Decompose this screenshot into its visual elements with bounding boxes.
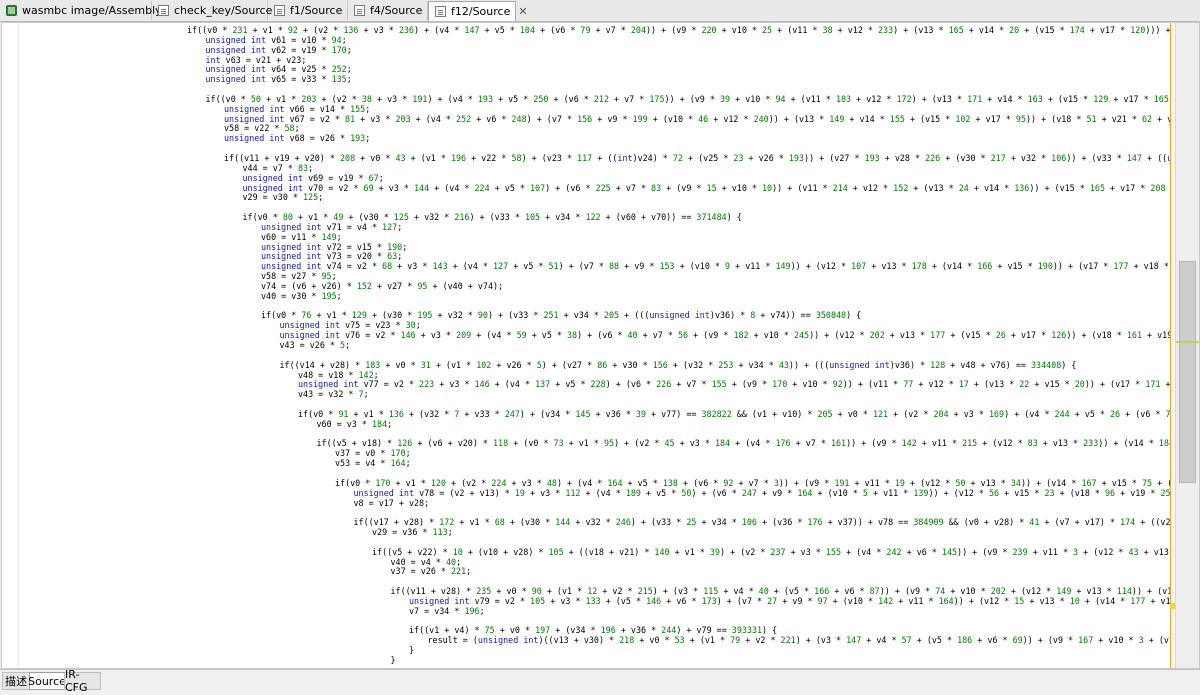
code-line[interactable]: unsigned int v71 = v4 * 127;: [2, 222, 1170, 233]
document-icon: [354, 5, 365, 16]
code-line[interactable]: unsigned int v78 = (v2 + v13) * 19 + v3 …: [2, 488, 1171, 499]
document-icon: [158, 5, 169, 16]
code-line[interactable]: v60 = v3 * 184;: [2, 419, 1170, 430]
code-line[interactable]: if((v0 * 50 + v1 * 203 + (v2 * 38 + v3 *…: [2, 94, 1171, 105]
tab-f1-source[interactable]: f1/Source: [268, 1, 348, 20]
code-line[interactable]: v74 = (v6 + v26) * 152 + v27 * 95 + (v40…: [2, 281, 1170, 292]
document-icon: [435, 6, 446, 17]
code-line[interactable]: }: [2, 655, 1170, 666]
tab-label: f1/Source: [290, 4, 343, 17]
code-line[interactable]: v53 = v4 * 164;: [2, 458, 1170, 469]
code-line[interactable]: }: [2, 645, 1170, 656]
code-line[interactable]: result = (unsigned int)((v13 + v30) * 21…: [2, 635, 1171, 646]
code-line[interactable]: unsigned int v61 = v10 * 94;: [2, 35, 1170, 46]
editor-tab-bar: wasmbc image/Assembly check_key/Source f…: [0, 0, 1200, 22]
code-line[interactable]: if((v5 + v18) * 126 + (v6 + v20) * 118 +…: [2, 439, 1171, 449]
code-line[interactable]: if((v11 + v19 + v20) * 208 + v0 * 43 + (…: [2, 153, 1170, 164]
assembly-app-icon: [6, 5, 17, 16]
code-line[interactable]: if((v5 + v22) * 10 + (v10 + v28) * 105 +…: [2, 547, 1170, 558]
code-line[interactable]: v37 = v26 * 221;: [2, 566, 1170, 577]
source-editor[interactable]: if((v0 * 231 + v1 * 92 + (v2 * 136 + v3 …: [1, 22, 1200, 669]
code-line[interactable]: unsigned int v67 = v2 * 81 + v3 * 203 + …: [2, 114, 1170, 125]
view-tab-bar: 描述 Source IR-CFG: [0, 668, 1200, 695]
code-line[interactable]: if((v17 + v28) * 172 + v1 * 68 + (v30 * …: [2, 517, 1171, 528]
code-line[interactable]: if((v0 * 231 + v1 * 92 + (v2 * 136 + v3 …: [2, 26, 1170, 36]
tab-f4-source[interactable]: f4/Source: [348, 1, 428, 20]
tab-label: f12/Source: [451, 5, 511, 18]
tab-description[interactable]: 描述: [2, 672, 30, 690]
code-line[interactable]: v29 = v30 * 125;: [2, 192, 1170, 203]
tab-f12-source[interactable]: f12/Source ✕: [428, 1, 528, 21]
code-line[interactable]: v44 = v7 * 83;: [2, 163, 1170, 174]
tab-check-key-source[interactable]: check_key/Source: [152, 1, 272, 20]
code-line[interactable]: unsigned int v77 = v2 * 223 + v3 * 146 +…: [2, 379, 1170, 390]
code-line[interactable]: v8 = v17 + v28;: [2, 498, 1170, 509]
code-line[interactable]: v58 = v27 * 95;: [2, 271, 1170, 282]
code-line[interactable]: v29 = v36 * 113;: [2, 527, 1170, 538]
document-icon: [274, 5, 285, 16]
code-line[interactable]: unsigned int v64 = v25 * 252;: [2, 64, 1170, 75]
close-icon[interactable]: ✕: [518, 5, 527, 18]
code-line[interactable]: unsigned int v72 = v15 * 190;: [2, 242, 1170, 253]
code-line[interactable]: v7 = v34 * 196;: [2, 606, 1170, 617]
code-line[interactable]: int v63 = v21 + v23;: [2, 55, 1170, 66]
code-line[interactable]: v58 = v22 * 58;: [2, 124, 1170, 134]
tab-label: wasmbc image/Assembly: [22, 4, 162, 17]
code-line[interactable]: v37 = v0 * 170;: [2, 448, 1170, 459]
code-line[interactable]: unsigned int v65 = v33 * 135;: [2, 74, 1170, 85]
code-line[interactable]: unsigned int v70 = v2 * 69 + v3 * 144 + …: [2, 183, 1170, 194]
code-line[interactable]: if(v0 * 76 + v1 * 129 + (v30 * 195 + v32…: [2, 311, 1170, 321]
code-line[interactable]: v60 = v11 * 149;: [2, 232, 1170, 243]
scrollbar-thumb[interactable]: [1179, 261, 1196, 483]
tab-label: f4/Source: [370, 4, 423, 17]
code-line[interactable]: unsigned int v76 = v2 * 146 + v3 * 209 +…: [2, 330, 1171, 341]
tab-label: check_key/Source: [174, 4, 273, 17]
code-line[interactable]: v43 = v32 * 7;: [2, 389, 1170, 400]
tab-ir-cfg[interactable]: IR-CFG: [64, 668, 101, 694]
vertical-scrollbar[interactable]: [1175, 23, 1199, 668]
tab-source[interactable]: Source: [28, 672, 66, 690]
code-line[interactable]: unsigned int v62 = v19 * 170;: [2, 45, 1170, 56]
code-line[interactable]: v43 = v26 * 5;: [2, 340, 1170, 351]
tab-wasmbc-image-assembly[interactable]: wasmbc image/Assembly: [0, 1, 162, 20]
code-line[interactable]: if(v0 * 91 + v1 * 136 + (v32 * 7 + v33 *…: [2, 409, 1170, 420]
code-line[interactable]: if((v14 + v28) * 183 + v0 * 31 + (v1 * 1…: [2, 360, 1170, 371]
scroll-position-marker: [1176, 341, 1199, 343]
code-line[interactable]: v40 = v30 * 195;: [2, 291, 1170, 302]
source-code-view[interactable]: if((v0 * 231 + v1 * 92 + (v2 * 136 + v3 …: [2, 26, 1170, 666]
code-line[interactable]: unsigned int v74 = v2 * 68 + v3 * 143 + …: [2, 261, 1170, 272]
code-line[interactable]: if(v0 * 80 + v1 * 49 + (v30 * 125 + v32 …: [2, 212, 1170, 223]
code-line[interactable]: v40 = v4 * 40;: [2, 557, 1170, 568]
code-line[interactable]: unsigned int v68 = v26 * 193;: [2, 133, 1170, 144]
code-line[interactable]: unsigned int v79 = v2 * 105 + v3 * 133 +…: [2, 596, 1170, 607]
